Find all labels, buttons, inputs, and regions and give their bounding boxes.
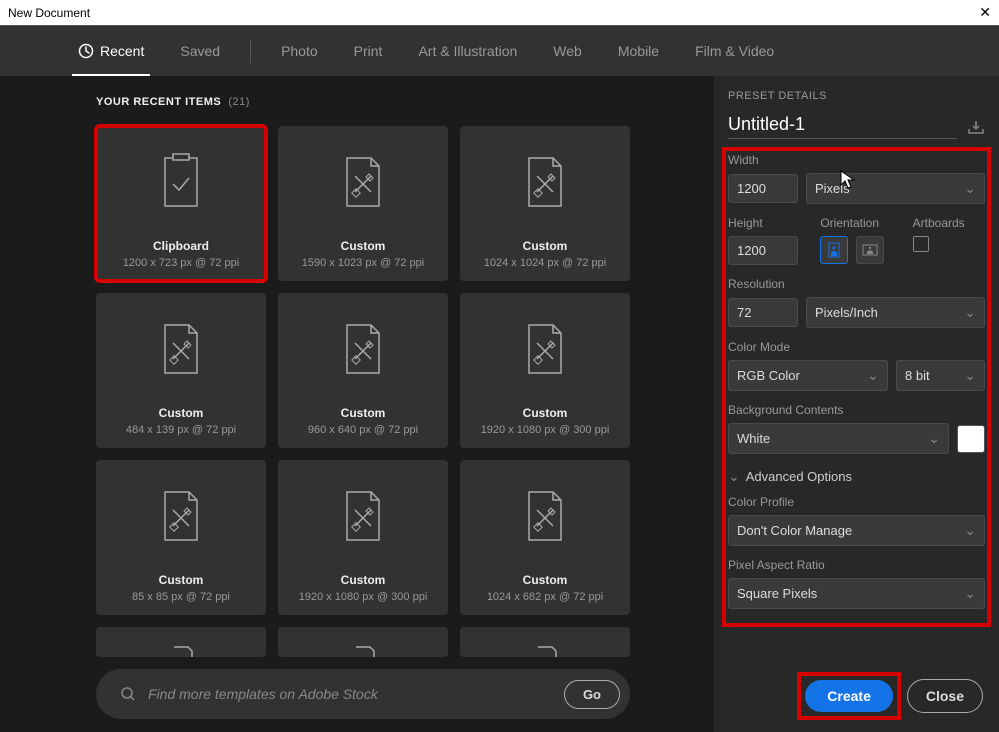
document-icon bbox=[96, 293, 266, 404]
preset-card-custom[interactable]: Custom 1024 x 1024 px @ 72 ppi bbox=[460, 126, 630, 281]
tab-print[interactable]: Print bbox=[336, 26, 401, 76]
bgcolor-swatch[interactable] bbox=[957, 425, 985, 453]
card-dimensions: 1920 x 1080 px @ 300 ppi bbox=[299, 591, 428, 603]
card-dimensions: 484 x 139 px @ 72 ppi bbox=[126, 424, 236, 436]
preset-form-highlight: Width 1200 Pixels ⌄ Height 1200 Orientat… bbox=[724, 149, 989, 625]
preset-card-custom[interactable]: Custom 484 x 139 px @ 72 ppi bbox=[96, 293, 266, 448]
height-input[interactable]: 1200 bbox=[728, 236, 798, 265]
preset-card-clipboard[interactable]: Clipboard 1200 x 723 px @ 72 ppi bbox=[96, 126, 266, 281]
tab-saved[interactable]: Saved bbox=[162, 26, 238, 76]
preset-card[interactable] bbox=[96, 627, 266, 657]
chevron-down-icon: ⌄ bbox=[928, 430, 940, 447]
preset-card-custom[interactable]: Custom 1024 x 682 px @ 72 ppi bbox=[460, 460, 630, 615]
create-button[interactable]: Create bbox=[805, 680, 893, 712]
bgcontents-label: Background Contents bbox=[728, 403, 985, 417]
card-dimensions: 1200 x 723 px @ 72 ppi bbox=[123, 257, 239, 269]
close-button[interactable]: Close bbox=[907, 679, 983, 713]
preset-card-custom[interactable]: Custom 85 x 85 px @ 72 ppi bbox=[96, 460, 266, 615]
artboards-checkbox[interactable] bbox=[913, 236, 929, 252]
card-dimensions: 1920 x 1080 px @ 300 ppi bbox=[481, 424, 610, 436]
search-placeholder: Find more templates on Adobe Stock bbox=[148, 686, 564, 702]
card-label: Custom bbox=[523, 573, 568, 587]
chevron-down-icon: ⌄ bbox=[964, 585, 976, 602]
clipboard-icon bbox=[96, 126, 266, 237]
chevron-down-icon: ⌄ bbox=[964, 180, 976, 197]
document-icon bbox=[278, 293, 448, 404]
card-label: Custom bbox=[341, 573, 386, 587]
card-dimensions: 85 x 85 px @ 72 ppi bbox=[132, 591, 230, 603]
card-label: Custom bbox=[341, 239, 386, 253]
orientation-portrait-button[interactable] bbox=[820, 236, 848, 264]
tab-photo[interactable]: Photo bbox=[263, 26, 336, 76]
chevron-down-icon: ⌄ bbox=[964, 522, 976, 539]
document-icon bbox=[460, 293, 630, 404]
preset-details-panel: PRESET DETAILS Untitled-1 Width 1200 Pix… bbox=[714, 76, 999, 732]
card-label: Custom bbox=[523, 239, 568, 253]
stock-search[interactable]: Find more templates on Adobe Stock Go bbox=[96, 669, 630, 719]
orientation-landscape-button[interactable] bbox=[856, 236, 884, 264]
width-label: Width bbox=[728, 153, 985, 167]
card-label: Clipboard bbox=[153, 239, 209, 253]
clock-icon bbox=[78, 43, 94, 59]
colorprofile-select[interactable]: Don't Color Manage ⌄ bbox=[728, 515, 985, 546]
height-label: Height bbox=[728, 216, 800, 230]
window-close-icon[interactable]: ✕ bbox=[979, 4, 991, 21]
card-dimensions: 1024 x 1024 px @ 72 ppi bbox=[484, 257, 606, 269]
orientation-label: Orientation bbox=[820, 216, 892, 230]
chevron-down-icon: ⌄ bbox=[867, 367, 879, 384]
preset-card-custom[interactable]: Custom 1920 x 1080 px @ 300 ppi bbox=[460, 293, 630, 448]
tab-mobile[interactable]: Mobile bbox=[600, 26, 677, 76]
card-dimensions: 1590 x 1023 px @ 72 ppi bbox=[302, 257, 424, 269]
colordepth-select[interactable]: 8 bit ⌄ bbox=[896, 360, 985, 391]
document-icon bbox=[460, 126, 630, 237]
resolution-unit-select[interactable]: Pixels/Inch ⌄ bbox=[806, 297, 985, 328]
window-titlebar: New Document ✕ bbox=[0, 0, 999, 26]
advanced-options-toggle[interactable]: ⌄ Advanced Options bbox=[728, 468, 985, 485]
divider bbox=[250, 39, 251, 63]
colorprofile-label: Color Profile bbox=[728, 495, 985, 509]
window-title: New Document bbox=[8, 6, 90, 20]
chevron-down-icon: ⌄ bbox=[728, 468, 740, 485]
preset-card-custom[interactable]: Custom 960 x 640 px @ 72 ppi bbox=[278, 293, 448, 448]
document-icon bbox=[460, 460, 630, 571]
tab-film-video[interactable]: Film & Video bbox=[677, 26, 792, 76]
card-dimensions: 960 x 640 px @ 72 ppi bbox=[308, 424, 418, 436]
go-button[interactable]: Go bbox=[564, 680, 620, 709]
card-label: Custom bbox=[159, 406, 204, 420]
card-label: Custom bbox=[523, 406, 568, 420]
document-icon bbox=[96, 460, 266, 571]
document-name-input[interactable]: Untitled-1 bbox=[728, 114, 957, 139]
width-input[interactable]: 1200 bbox=[728, 174, 798, 203]
card-label: Custom bbox=[159, 573, 204, 587]
chevron-down-icon: ⌄ bbox=[964, 304, 976, 321]
tab-art-illustration[interactable]: Art & Illustration bbox=[400, 26, 535, 76]
card-dimensions: 1024 x 682 px @ 72 ppi bbox=[487, 591, 603, 603]
document-icon bbox=[278, 126, 448, 237]
artboards-label: Artboards bbox=[913, 216, 985, 230]
pixelratio-label: Pixel Aspect Ratio bbox=[728, 558, 985, 572]
tab-web[interactable]: Web bbox=[535, 26, 600, 76]
preset-card-custom[interactable]: Custom 1590 x 1023 px @ 72 ppi bbox=[278, 126, 448, 281]
preset-header: PRESET DETAILS bbox=[728, 90, 985, 102]
resolution-input[interactable]: 72 bbox=[728, 298, 798, 327]
bgcontents-select[interactable]: White ⌄ bbox=[728, 423, 949, 454]
pixelratio-select[interactable]: Square Pixels ⌄ bbox=[728, 578, 985, 609]
preset-card[interactable] bbox=[278, 627, 448, 657]
category-tabs: Recent Saved Photo Print Art & Illustrat… bbox=[0, 26, 999, 76]
document-icon bbox=[278, 460, 448, 571]
card-label: Custom bbox=[341, 406, 386, 420]
section-heading: YOUR RECENT ITEMS (21) bbox=[96, 96, 694, 108]
preset-card-custom[interactable]: Custom 1920 x 1080 px @ 300 ppi bbox=[278, 460, 448, 615]
resolution-label: Resolution bbox=[728, 277, 985, 291]
recent-items-panel: YOUR RECENT ITEMS (21) Clipboard 1200 x 7… bbox=[0, 76, 714, 732]
colormode-select[interactable]: RGB Color ⌄ bbox=[728, 360, 888, 391]
tab-recent[interactable]: Recent bbox=[60, 26, 162, 76]
search-icon bbox=[120, 686, 136, 702]
create-button-highlight: Create bbox=[801, 676, 897, 716]
width-unit-select[interactable]: Pixels ⌄ bbox=[806, 173, 985, 204]
save-preset-icon[interactable] bbox=[967, 119, 985, 135]
colormode-label: Color Mode bbox=[728, 340, 985, 354]
chevron-down-icon: ⌄ bbox=[964, 367, 976, 384]
preset-card[interactable] bbox=[460, 627, 630, 657]
